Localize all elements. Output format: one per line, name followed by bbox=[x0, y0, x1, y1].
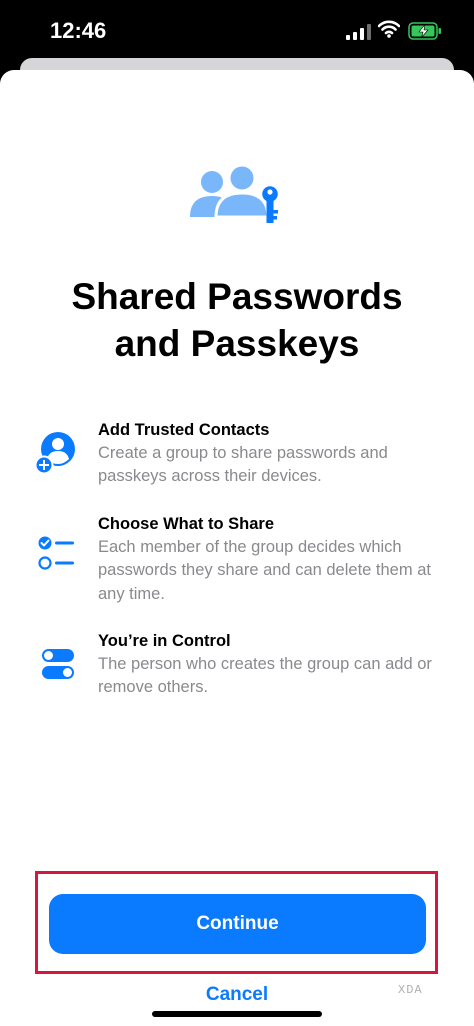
page-title: Shared Passwords and Passkeys bbox=[0, 273, 474, 367]
feature-title: Add Trusted Contacts bbox=[98, 421, 270, 439]
feature-title: You’re in Control bbox=[98, 632, 231, 650]
wifi-icon bbox=[378, 20, 400, 38]
person-add-icon bbox=[34, 432, 75, 475]
page-title-line-1: Shared Passwords bbox=[71, 276, 403, 317]
feature-description: Each member of the group decides which p… bbox=[98, 538, 431, 603]
battery-charging-icon bbox=[408, 22, 441, 40]
toggles-icon bbox=[42, 649, 74, 679]
feature-title: Choose What to Share bbox=[98, 515, 275, 533]
page-title-line-2: and Passkeys bbox=[114, 323, 360, 364]
home-indicator[interactable] bbox=[152, 1011, 322, 1017]
cellular-signal-icon bbox=[346, 24, 371, 40]
continue-button[interactable]: Continue bbox=[49, 894, 426, 954]
checklist-icon bbox=[38, 536, 74, 570]
people-key-icon bbox=[190, 163, 281, 223]
status-bar: 12:46 bbox=[0, 0, 474, 62]
feature-description: Create a group to share passwords and pa… bbox=[98, 444, 388, 486]
status-time: 12:46 bbox=[50, 18, 107, 43]
feature-description: The person who creates the group can add… bbox=[98, 655, 432, 697]
watermark: XDA bbox=[398, 983, 423, 997]
